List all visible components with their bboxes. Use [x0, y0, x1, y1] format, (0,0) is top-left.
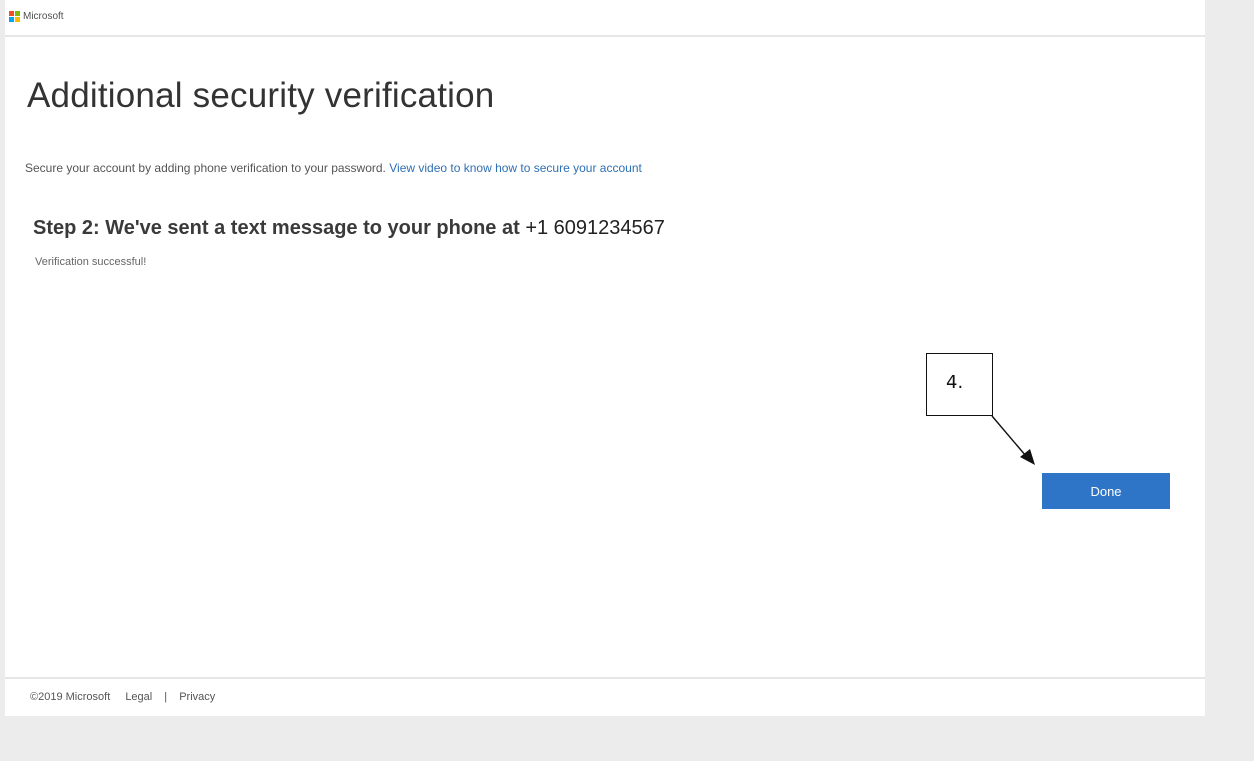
footer-separator: | — [164, 691, 168, 703]
phone-number: +1 6091234567 — [525, 217, 665, 239]
subtitle-text: Secure your account by adding phone veri… — [25, 161, 386, 175]
callout-label: 4. — [946, 372, 964, 393]
microsoft-logo: Microsoft — [9, 11, 64, 22]
footer-divider — [5, 677, 1205, 679]
top-bar: Microsoft — [5, 0, 1205, 37]
footer: ©2019 Microsoft Legal | Privacy — [30, 691, 215, 703]
video-help-link[interactable]: View video to know how to secure your ac… — [389, 161, 642, 175]
brand-name: Microsoft — [23, 11, 64, 22]
annotation-arrow-icon — [991, 415, 1035, 465]
copyright-text: ©2019 Microsoft — [30, 691, 111, 703]
annotation-callout: 4. — [926, 353, 993, 416]
status-message: Verification successful! — [35, 256, 147, 268]
done-button[interactable]: Done — [1042, 473, 1170, 509]
legal-link[interactable]: Legal — [125, 691, 152, 703]
page-title: Additional security verification — [27, 76, 495, 115]
step-text: Step 2: We've sent a text message to you… — [33, 217, 520, 239]
step-heading: Step 2: We've sent a text message to you… — [33, 217, 665, 240]
privacy-link[interactable]: Privacy — [179, 691, 215, 703]
microsoft-squares-icon — [9, 11, 20, 22]
page-content: Microsoft Additional security verificati… — [5, 0, 1205, 716]
subtitle: Secure your account by adding phone veri… — [25, 161, 642, 175]
